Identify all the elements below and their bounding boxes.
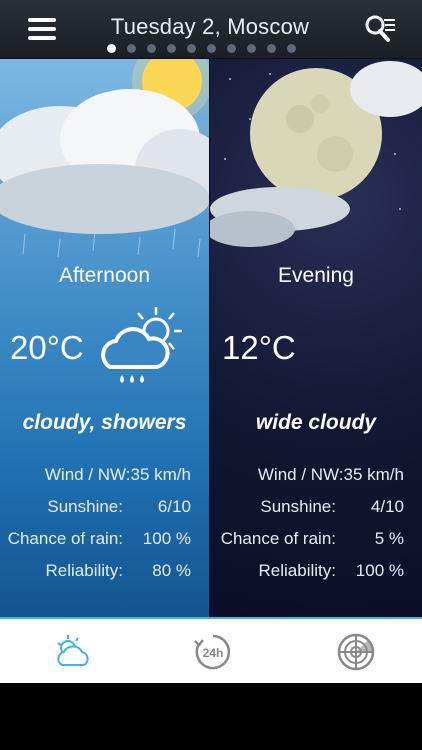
page-dot[interactable] (287, 44, 296, 53)
afternoon-panel[interactable]: Afternoon 20°C cloudy, showers Wind / NW… (0, 59, 209, 617)
moon-cloud-image (210, 61, 422, 247)
stat-row: Reliability: 100 % (210, 561, 422, 593)
condition-text: cloudy, showers (22, 411, 187, 434)
search-list-icon[interactable] (364, 14, 396, 44)
stat-row: Reliability: 80 % (0, 561, 209, 593)
page-dot[interactable] (127, 44, 136, 53)
wind-label: Wind / NW:35 km/h (44, 465, 191, 484)
reliability-value: 80 % (152, 561, 191, 580)
reliability-label: Reliability: (258, 561, 336, 580)
bottom-tab-bar: 24h (0, 617, 422, 685)
rain-chance-value: 100 % (142, 529, 191, 548)
menu-icon[interactable] (28, 18, 56, 40)
page-dot[interactable] (267, 44, 276, 53)
stat-row: Wind / NW:35 km/h (0, 465, 209, 497)
sunshine-value: 4/10 (370, 497, 404, 516)
reliability-label: Reliability: (45, 561, 123, 580)
stat-row: Chance of rain: 100 % (0, 529, 209, 561)
page-title: Tuesday 2, Moscow (110, 14, 310, 39)
wind-label: Wind / NW:35 km/h (257, 465, 404, 484)
stats-list: Wind / NW:35 km/h Sunshine: 6/10 Chance … (0, 465, 209, 593)
24h-label: 24h (203, 646, 224, 660)
rain-chance-value: 5 % (374, 529, 404, 548)
period-label: Evening (278, 264, 354, 287)
condition-text: wide cloudy (255, 411, 377, 434)
stat-row: Sunshine: 4/10 (210, 497, 422, 529)
24h-icon[interactable]: 24h (190, 629, 236, 675)
page-dot[interactable] (167, 44, 176, 53)
reliability-value: 100 % (355, 561, 404, 580)
sunshine-label: Sunshine: (47, 497, 123, 516)
weather-forecast-icon[interactable] (50, 629, 96, 675)
rain-chance-label: Chance of rain: (7, 529, 123, 548)
cloud-sun-image (0, 59, 209, 258)
page-dot[interactable] (247, 44, 256, 53)
temperature: 12°C (222, 329, 296, 366)
radar-icon[interactable] (333, 629, 379, 675)
page-dot[interactable] (227, 44, 236, 53)
period-label: Afternoon (58, 264, 151, 287)
stat-row: Chance of rain: 5 % (210, 529, 422, 561)
stat-row: Sunshine: 6/10 (0, 497, 209, 529)
evening-panel[interactable]: Evening 12°C wide cloudy Wind / NW:35 km… (210, 59, 422, 617)
stats-list: Wind / NW:35 km/h Sunshine: 4/10 Chance … (210, 465, 422, 593)
page-dot[interactable] (147, 44, 156, 53)
page-dot[interactable] (207, 44, 216, 53)
bottom-bezel (0, 683, 422, 750)
page-indicator[interactable] (107, 44, 296, 53)
sunshine-value: 6/10 (157, 497, 191, 516)
page-dot[interactable] (107, 44, 116, 53)
temperature: 20°C (10, 329, 84, 366)
sunshine-label: Sunshine: (260, 497, 336, 516)
stat-row: Wind / NW:35 km/h (210, 465, 422, 497)
rain-chance-label: Chance of rain: (220, 529, 336, 548)
cloud-sun-rain-icon (96, 303, 188, 393)
page-dot[interactable] (187, 44, 196, 53)
top-bar: Tuesday 2, Moscow (0, 0, 422, 59)
